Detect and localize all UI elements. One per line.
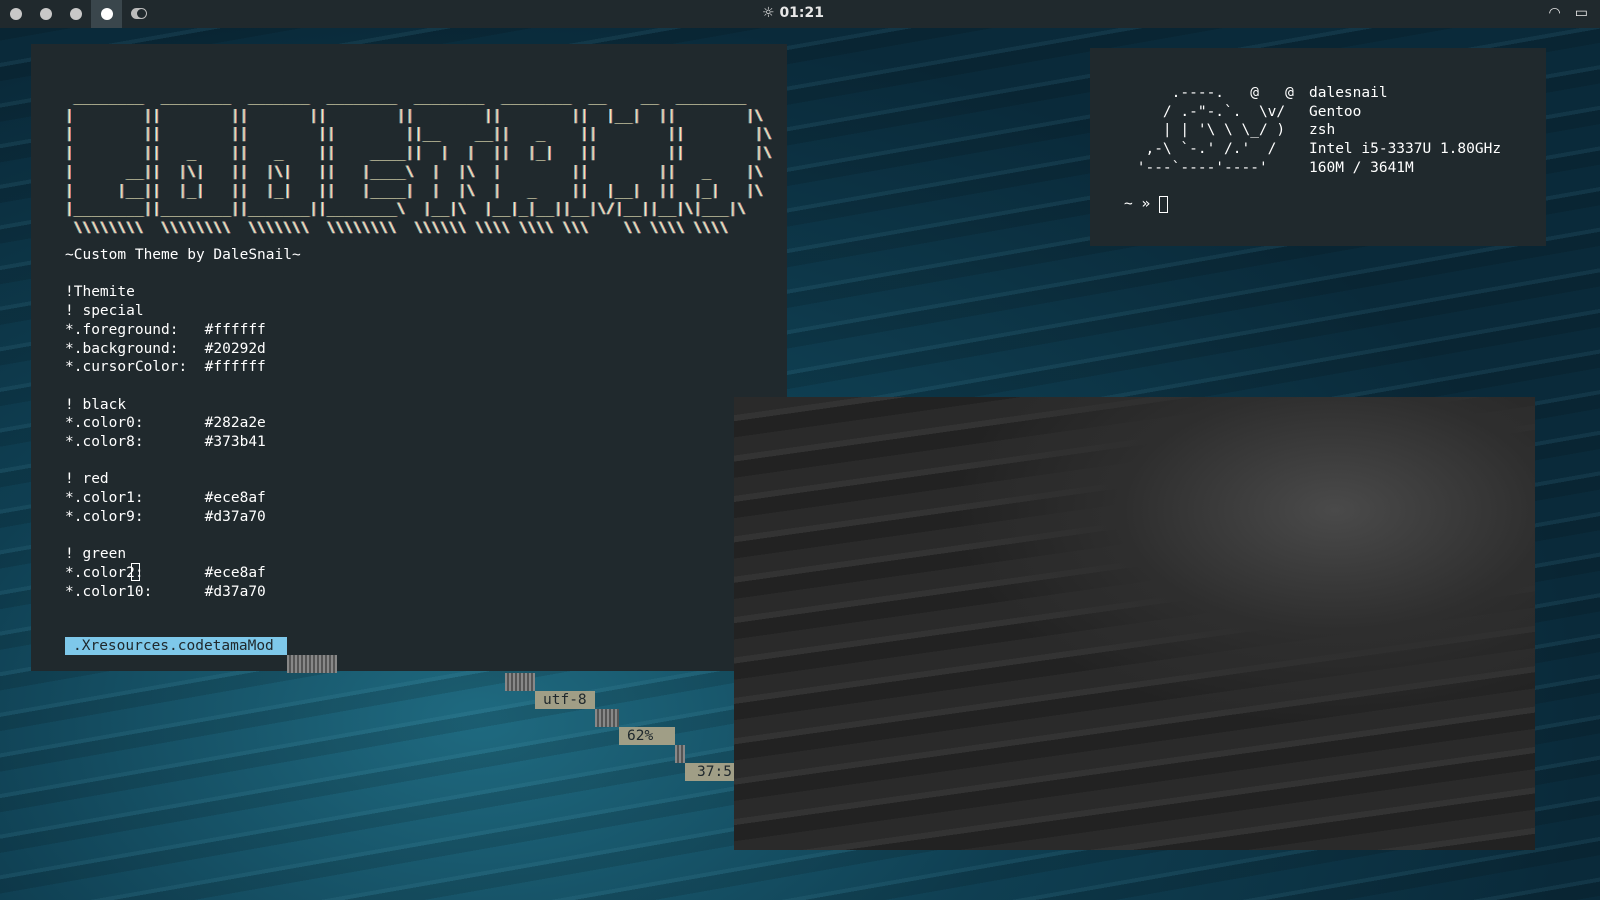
buffer-line: *.color2: #ece8af (65, 564, 266, 581)
logo-line: / .-"-.`. \v/ (1128, 103, 1286, 120)
banner-line: | __|| |\| || |\| || |____\ | |\ | || ||… (65, 163, 764, 180)
info-line: 160M / 3641M (1309, 159, 1414, 176)
prompt-cursor (1158, 195, 1168, 213)
buffer-line: *.cursorColor: #ffffff (65, 359, 266, 376)
banner-line: | || || || || || || |__| || |\ (65, 107, 764, 124)
banner-line: | |__|| |_| || |_| || |____| | |\ | _ ||… (65, 182, 764, 199)
clock-time: 01:21 (779, 5, 825, 21)
snail-ascii-logo: .----. @ @ / .-"-.`. \v/ | | '\ \ \_/ ) … (1128, 84, 1294, 178)
buffer-line: ! special (65, 303, 144, 320)
info-line: zsh (1309, 122, 1336, 139)
banner-line: | || _ || _ || ____|| | | || |_| || || |… (65, 145, 773, 162)
status-percent: 62% (619, 727, 675, 745)
workspace-4[interactable] (91, 0, 122, 28)
dark-sea-image-window[interactable] (734, 397, 1535, 850)
banner-line: | || || || ||__ __|| _ || || |\ (65, 126, 773, 143)
prompt-text: ~ » (1124, 196, 1151, 212)
buffer-line (65, 527, 301, 546)
banner-line: ________ ________ _______ ________ _____… (65, 89, 746, 105)
status-encoding: utf-8 (535, 691, 595, 709)
shell-prompt[interactable]: ~ » (1124, 195, 1168, 214)
buffer-line: *.background: #20292d (65, 340, 266, 357)
text-cursor (131, 563, 140, 581)
buffer-line (65, 452, 301, 471)
buffer-line: ! green (65, 546, 127, 563)
buffer-line: *.color1: #ece8af (65, 490, 266, 507)
workspace-2[interactable] (30, 0, 61, 28)
clock: ☼ 01:21 (762, 5, 824, 21)
buffer-line: ~Custom Theme by DaleSnail~ (65, 247, 301, 263)
buffer-line: !Themite (65, 284, 135, 301)
buffer-line (65, 265, 301, 284)
toggle-icon[interactable] (131, 8, 147, 19)
battery-icon[interactable]: ▭ (1575, 5, 1588, 21)
info-line: dalesnail (1309, 85, 1388, 101)
codetama-ascii-banner: ________ ________ _______ ________ _____… (65, 88, 772, 238)
banner-line: \\\\\\\\ \\\\\\\\ \\\\\\\ \\\\\\\\ \\\\\… (65, 219, 729, 236)
info-line: Gentoo (1309, 103, 1362, 120)
logo-line: .----. @ @ (1128, 85, 1294, 101)
banner-line: |________||________||_______||________\ … (65, 201, 746, 218)
buffer-line: *.foreground: #ffffff (65, 321, 266, 338)
workspace-3[interactable] (60, 0, 91, 28)
logo-line: | | '\ \ \_/ ) (1128, 122, 1286, 139)
buffer-line: *.color8: #373b41 (65, 434, 266, 451)
buffer-line (65, 377, 301, 396)
buffer-line: *.color9: #d37a70 (65, 508, 266, 525)
editor-buffer[interactable]: ~Custom Theme by DaleSnail~ !Themite ! sp… (65, 246, 301, 601)
top-bar: ☼ 01:21 ◠ ▭ (0, 0, 1600, 28)
status-line: .Xresources.codetamaMod utf-8 62% 37:5 (65, 601, 745, 781)
logo-line: ,-\ `-.' /.' / (1128, 141, 1277, 158)
buffer-line: *.color0: #282a2e (65, 415, 266, 432)
buffer-line: ! red (65, 471, 109, 488)
info-line: Intel i5-3337U 1.80GHz (1309, 141, 1502, 158)
workspace-1[interactable] (0, 0, 31, 28)
sun-icon: ☼ (762, 5, 775, 21)
editor-terminal[interactable]: ________ ________ _______ ________ _____… (31, 44, 787, 781)
neofetch-terminal[interactable]: .----. @ @ / .-"-.`. \v/ | | '\ \ \_/ ) … (1090, 48, 1546, 246)
buffer-line: ! black (65, 396, 127, 413)
system-info: dalesnail Gentoo zsh Intel i5-3337U 1.80GHz… (1309, 84, 1501, 178)
wifi-icon[interactable]: ◠ (1549, 5, 1561, 21)
status-filename: .Xresources.codetamaMod (65, 637, 287, 655)
buffer-line: *.color10: #d37a70 (65, 583, 266, 600)
logo-line: '---`----'----' (1128, 159, 1268, 176)
